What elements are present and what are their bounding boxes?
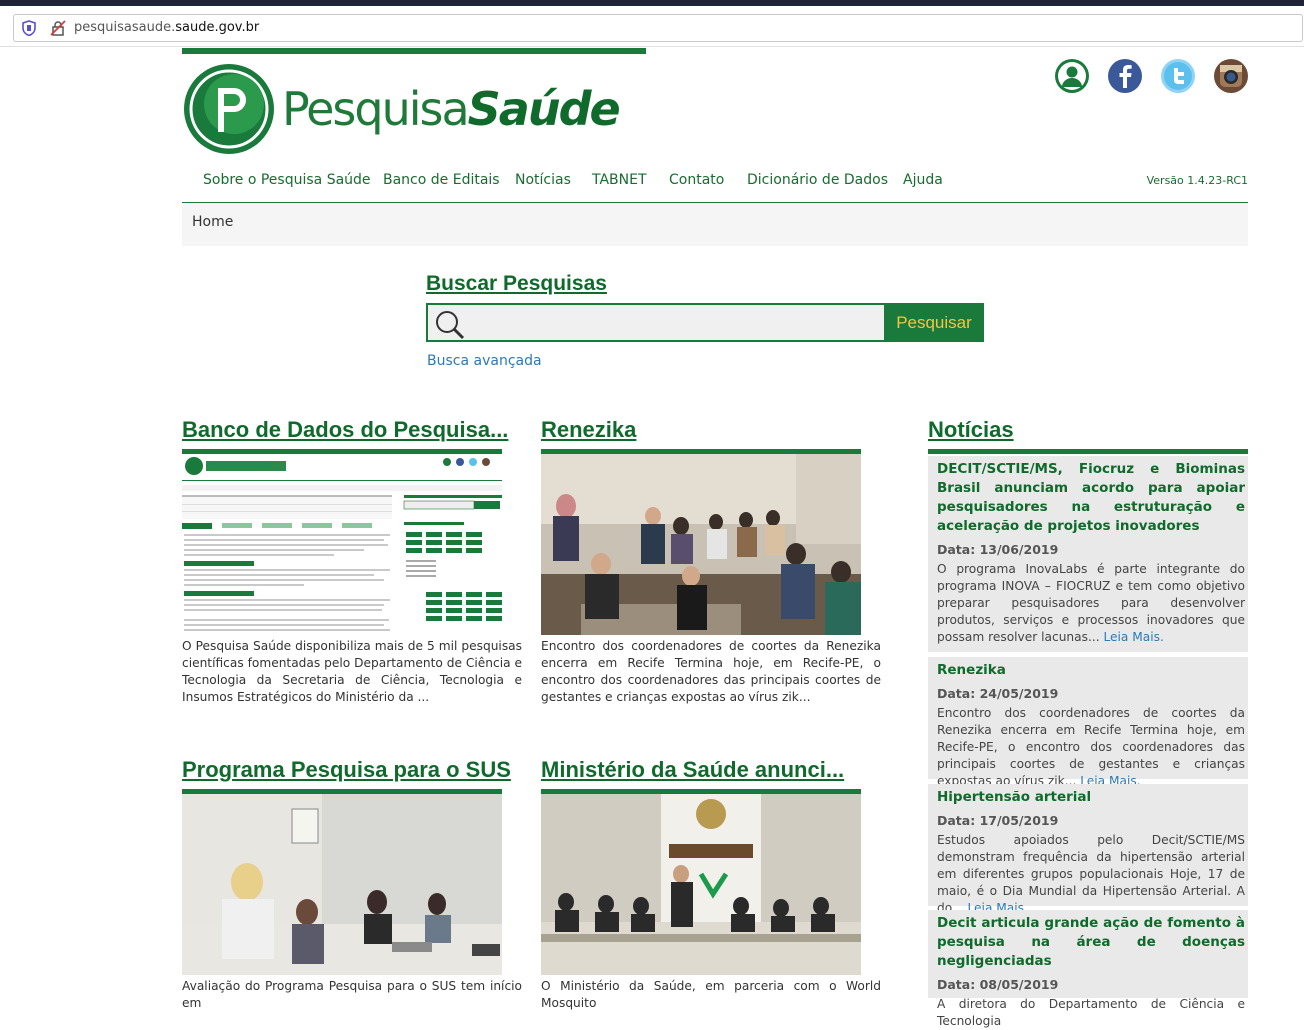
advanced-search-link[interactable]: Busca avançada: [427, 353, 542, 369]
card-title-programa-pesquisa-sus[interactable]: Programa Pesquisa para o SUS: [182, 757, 511, 783]
chrome-divider: [0, 46, 1304, 47]
news-item-title[interactable]: Hipertensão arterial: [937, 788, 1245, 807]
news-item: Renezika Data: 24/05/2019 Encontro dos c…: [928, 657, 1248, 788]
card-title-ministerio-da-saude[interactable]: Ministério da Saúde anunci...: [541, 757, 844, 783]
logo-accent-bar: [182, 48, 646, 54]
logo-wordmark[interactable]: PesquisaSaúde: [282, 82, 621, 136]
nav-item-banco-de-editais[interactable]: Banco de Editais: [383, 172, 500, 188]
search-icon: [436, 311, 465, 340]
nav-item-sobre[interactable]: Sobre o Pesquisa Saúde: [203, 172, 371, 188]
twitter-icon[interactable]: [1160, 58, 1196, 94]
news-item-title[interactable]: Decit articula grande ação de fomento à …: [937, 914, 1245, 971]
nav-item-contato[interactable]: Contato: [669, 172, 724, 188]
url-text: pesquisasaude.saude.gov.br: [74, 20, 260, 35]
read-more-link[interactable]: Leia Mais.: [1103, 630, 1163, 644]
instagram-icon[interactable]: [1213, 58, 1249, 94]
card-text-ministerio-da-saude: O Ministério da Saúde, em parceria com o…: [541, 979, 881, 1010]
card-image-renezika[interactable]: [541, 454, 861, 635]
news-item-text: O programa InovaLabs é parte integrante …: [937, 561, 1245, 646]
address-bar[interactable]: pesquisasaude.saude.gov.br: [13, 14, 1303, 42]
breadcrumb: Home: [182, 203, 1248, 246]
nav-item-ajuda[interactable]: Ajuda: [903, 172, 943, 188]
news-item-date: Data: 08/05/2019: [937, 977, 1059, 992]
main-nav: Sobre o Pesquisa Saúde Banco de Editais …: [182, 170, 1248, 203]
news-item-text: Estudos apoiados pelo Decit/SCTIE/MS dem…: [937, 832, 1245, 917]
news-item-title[interactable]: Renezika: [937, 661, 1245, 680]
nav-item-dicionario[interactable]: Dicionário de Dados: [747, 172, 888, 188]
card-image-banco-de-dados[interactable]: [182, 454, 502, 635]
pesquisa-saude-logo-icon[interactable]: [182, 62, 276, 156]
logo-text-bold: Saúde: [467, 82, 621, 136]
search-button[interactable]: Pesquisar: [884, 303, 984, 342]
search-title: Buscar Pesquisas: [426, 272, 607, 295]
card-title-renezika[interactable]: Renezika: [541, 417, 636, 443]
version-label: Versão 1.4.23-RC1: [1146, 174, 1248, 187]
shield-icon: [22, 20, 36, 36]
search-input[interactable]: [426, 303, 886, 342]
news-item-text: A diretora do Departamento de Ciência e …: [937, 997, 1245, 1028]
news-item: Decit articula grande ação de fomento à …: [928, 910, 1248, 1028]
news-item-title[interactable]: DECIT/SCTIE/MS, Fiocruz e Biominas Brasi…: [937, 460, 1245, 536]
news-item: DECIT/SCTIE/MS, Fiocruz e Biominas Brasi…: [928, 456, 1248, 652]
news-item-text: Encontro dos coordenadores de coortes da…: [937, 705, 1245, 790]
breadcrumb-home[interactable]: Home: [192, 214, 233, 230]
user-icon[interactable]: [1054, 58, 1090, 94]
news-item: Hipertensão arterial Data: 17/05/2019 Es…: [928, 784, 1248, 915]
nav-item-noticias[interactable]: Notícias: [515, 172, 571, 188]
nav-item-tabnet[interactable]: TABNET: [592, 172, 647, 188]
insecure-lock-icon: [50, 20, 66, 36]
news-title: Notícias: [928, 417, 1014, 442]
card-image-ministerio-da-saude[interactable]: [541, 794, 861, 975]
news-item-date: Data: 24/05/2019: [937, 686, 1059, 701]
social-links: [1054, 58, 1249, 94]
logo-text-regular: Pesquisa: [282, 82, 470, 136]
news-item-date: Data: 17/05/2019: [937, 813, 1059, 828]
facebook-icon[interactable]: [1107, 58, 1143, 94]
card-text-programa-pesquisa-sus: Avaliação do Programa Pesquisa para o SU…: [182, 979, 522, 1010]
news-item-date: Data: 13/06/2019: [937, 542, 1059, 557]
card-title-banco-de-dados[interactable]: Banco de Dados do Pesquisa...: [182, 417, 508, 443]
card-text-renezika: Encontro dos coordenadores de coortes da…: [541, 639, 881, 704]
browser-top-bar: [0, 0, 1304, 6]
news-accent-bar: [928, 449, 1248, 454]
news-item-summary: O programa InovaLabs é parte integrante …: [937, 562, 1245, 644]
card-text-banco-de-dados: O Pesquisa Saúde disponibiliza mais de 5…: [182, 639, 522, 704]
card-image-programa-pesquisa-sus[interactable]: [182, 794, 502, 975]
